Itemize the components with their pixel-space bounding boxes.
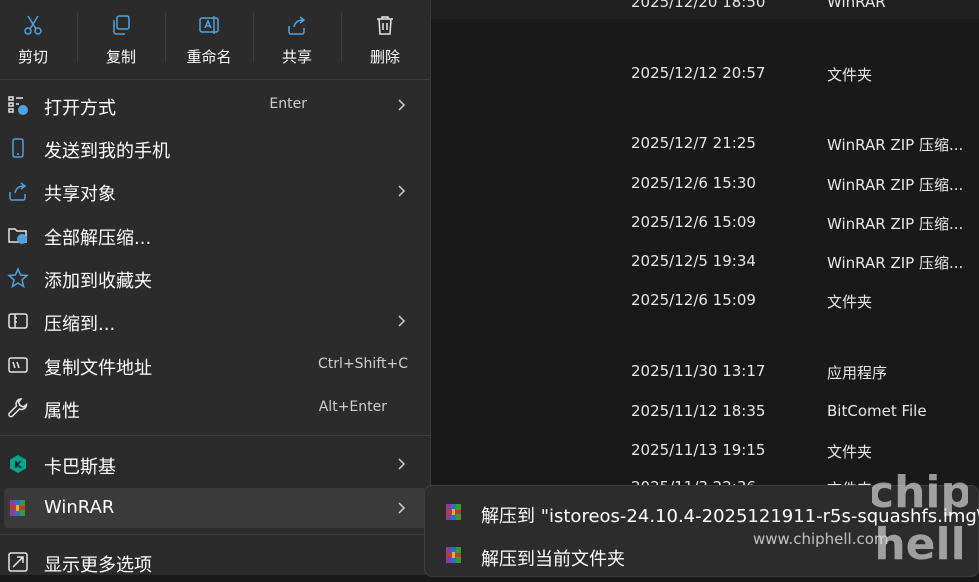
divider: [77, 12, 78, 62]
menu-item-label: 属性: [44, 401, 80, 422]
date-cell: 2025/11/30 13:17: [631, 362, 766, 380]
copy-icon: [113, 15, 130, 35]
rename-button[interactable]: 重命名: [171, 10, 247, 72]
type-cell: 应用程序: [827, 364, 888, 382]
menu-item-add-favorites[interactable]: 添加到收藏夹: [0, 258, 430, 298]
svg-text:chip: chip: [872, 467, 968, 518]
divider: [165, 12, 166, 62]
open-with-icon: [8, 96, 28, 115]
menu-item-label: 打开方式: [44, 98, 116, 119]
menu-item-winrar[interactable]: WinRAR: [4, 488, 426, 528]
submenu-item-label: 解压到当前文件夹: [481, 549, 625, 570]
type-cell: 文件夹: [827, 293, 873, 311]
date-cell: 2025/11/13 19:15: [631, 441, 766, 459]
type-cell: WinRAR: [827, 0, 886, 11]
share-icon: [288, 16, 306, 35]
menu-item-label: WinRAR: [44, 497, 115, 518]
context-menu: 剪切 复制 重命名 共享 删除 打开方式 Enter 发送到我的手机 共享对象 …: [0, 0, 431, 576]
type-cell: WinRAR ZIP 压缩...: [827, 254, 964, 272]
type-cell: 文件夹: [827, 66, 873, 84]
scissors-icon: [24, 15, 42, 35]
share-button[interactable]: 共享: [259, 10, 335, 72]
delete-label: 删除: [369, 48, 400, 66]
type-cell: 文件夹: [827, 443, 873, 461]
copy-button[interactable]: 复制: [83, 10, 159, 72]
date-cell: 2025/12/7 21:25: [631, 134, 756, 152]
rename-label: 重命名: [186, 48, 232, 66]
delete-button[interactable]: 删除: [347, 10, 423, 72]
winrar-icon: [446, 504, 461, 520]
menu-item-label: 显示更多选项: [44, 555, 152, 576]
cut-button[interactable]: 剪切: [0, 10, 71, 72]
date-cell: 2025/12/12 20:57: [631, 64, 766, 82]
watermark-text: www.chiphell.com: [753, 530, 889, 548]
menu-item-label: 压缩到...: [44, 314, 116, 335]
winrar-icon: [10, 500, 25, 516]
share-icon: [9, 182, 27, 201]
svg-text:K: K: [14, 460, 23, 471]
shortcut-text: Alt+Enter: [318, 399, 387, 415]
date-cell: 2025/12/6 15:30: [631, 174, 756, 192]
rename-icon: [199, 16, 219, 34]
share-label: 共享: [281, 48, 312, 66]
menu-item-label: 复制文件地址: [44, 358, 152, 379]
type-cell: WinRAR ZIP 压缩...: [827, 215, 964, 233]
divider: [0, 79, 430, 80]
menu-item-compress-to[interactable]: 压缩到...: [0, 301, 430, 341]
chevron-right-icon: [398, 99, 406, 111]
menu-item-label: 添加到收藏夹: [44, 271, 152, 292]
menu-item-label: 全部解压缩...: [44, 228, 152, 249]
chevron-right-icon: [398, 315, 406, 327]
type-cell: WinRAR ZIP 压缩...: [827, 136, 964, 154]
trash-icon: [377, 16, 393, 35]
chevron-right-icon: [398, 458, 406, 470]
menu-item-extract-all[interactable]: 全部解压缩...: [0, 215, 430, 255]
kaspersky-icon: K: [10, 455, 26, 473]
menu-item-show-more-options[interactable]: 显示更多选项: [0, 542, 430, 582]
quick-action-bar: 剪切 复制 重命名 共享 删除: [0, 0, 430, 78]
divider: [341, 12, 342, 62]
divider: [253, 12, 254, 62]
copy-path-icon: [8, 357, 28, 373]
menu-item-share-with[interactable]: 共享对象: [0, 171, 430, 211]
chevron-right-icon: [398, 185, 406, 197]
chiphell-logo-watermark: chip hell: [872, 467, 968, 570]
date-cell: 2025/12/6 15:09: [631, 213, 756, 231]
divider: [0, 534, 430, 535]
date-cell: 2025/12/5 19:34: [631, 252, 756, 270]
menu-item-kaspersky[interactable]: K 卡巴斯基: [0, 444, 430, 484]
divider: [0, 435, 430, 436]
menu-item-copy-path[interactable]: 复制文件地址 Ctrl+Shift+C: [0, 345, 430, 385]
cut-label: 剪切: [17, 48, 48, 66]
phone-icon: [12, 138, 24, 158]
compress-icon: [8, 313, 28, 329]
menu-item-properties[interactable]: 属性 Alt+Enter: [0, 388, 430, 428]
menu-item-open-with[interactable]: 打开方式 Enter: [0, 85, 430, 125]
type-cell: BitComet File: [827, 402, 927, 420]
extract-all-icon: [8, 228, 27, 244]
date-cell: 2025/12/20 18:50: [631, 0, 766, 11]
menu-item-label: 卡巴斯基: [44, 457, 116, 478]
menu-item-label: 发送到我的手机: [44, 141, 170, 162]
winrar-icon: [446, 547, 461, 563]
date-cell: 2025/11/12 18:35: [631, 402, 766, 420]
copy-label: 复制: [105, 48, 136, 66]
menu-item-label: 共享对象: [44, 184, 116, 205]
shortcut-text: Ctrl+Shift+C: [318, 356, 408, 372]
star-icon: [7, 267, 29, 289]
type-cell: WinRAR ZIP 压缩...: [827, 176, 964, 194]
more-options-icon: [8, 552, 28, 572]
chevron-right-icon: [398, 502, 406, 514]
date-cell: 2025/12/6 15:09: [631, 291, 756, 309]
wrench-icon: [8, 398, 28, 418]
shortcut-text: Enter: [269, 96, 307, 112]
menu-item-send-to-phone[interactable]: 发送到我的手机: [0, 128, 430, 168]
